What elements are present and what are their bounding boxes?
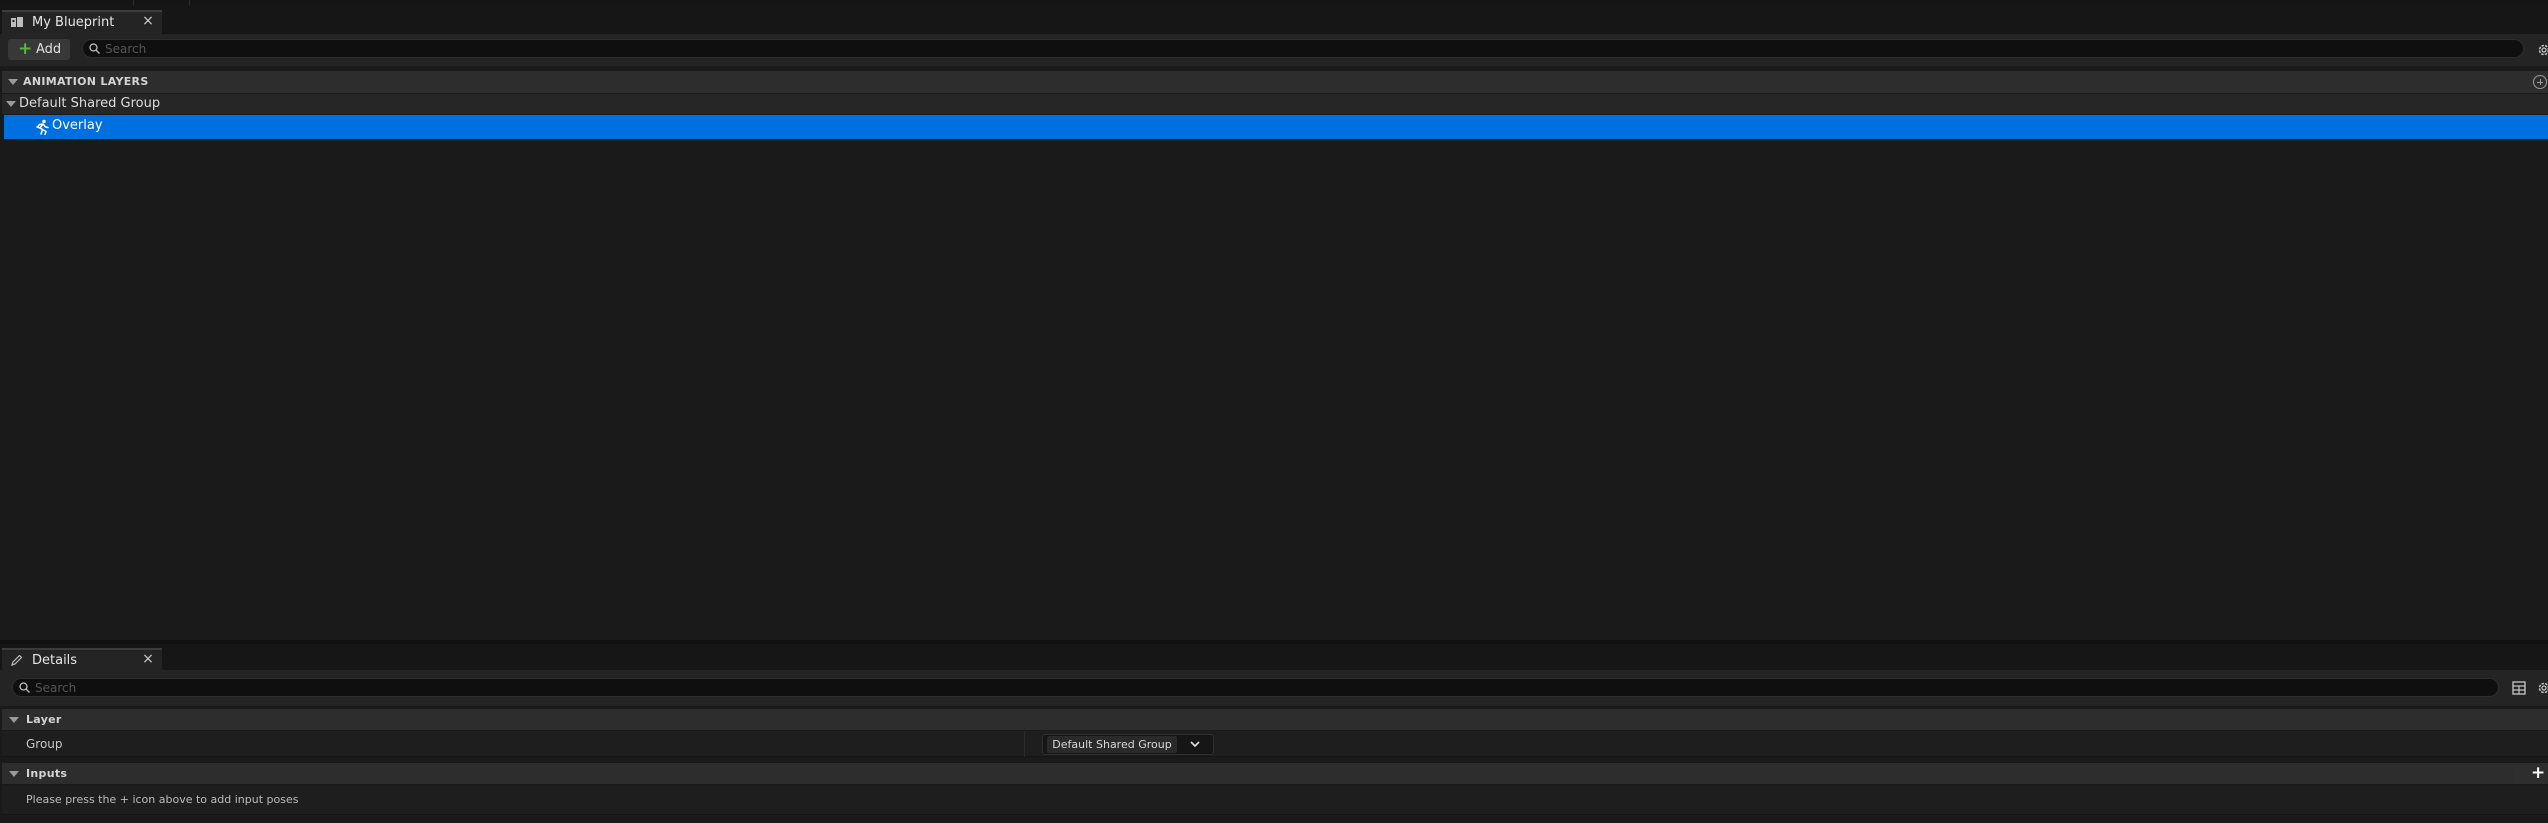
blueprint-toolbar: + Add (0, 34, 2548, 66)
inputs-category-header[interactable]: Inputs + (2, 763, 2548, 784)
my-blueprint-tab-label: My Blueprint (32, 15, 115, 30)
group-row[interactable]: Default Shared Group (2, 94, 2548, 114)
plus-icon: + (2531, 763, 2546, 783)
collapse-arrow-icon[interactable] (9, 771, 19, 777)
chevron-down-icon (1190, 741, 1200, 748)
column-splitter[interactable] (1024, 731, 1025, 757)
blueprint-search-input[interactable] (105, 40, 2505, 57)
blueprint-search[interactable] (82, 39, 2524, 58)
details-tab-bar: Details × (0, 644, 2548, 672)
gear-icon[interactable] (2536, 42, 2548, 58)
collapse-arrow-icon[interactable] (9, 717, 19, 723)
group-combo-box[interactable]: Default Shared Group (1042, 734, 1214, 755)
search-icon (19, 682, 30, 693)
group-property-row: Group Default Shared Group (2, 731, 2548, 757)
details-tab-label: Details (32, 653, 78, 668)
collapse-arrow-icon[interactable] (8, 79, 18, 85)
group-name: Default Shared Group (19, 96, 161, 111)
running-man-icon (36, 119, 49, 135)
close-icon[interactable]: × (140, 13, 156, 29)
pencil-icon (11, 655, 23, 666)
collapse-arrow-icon[interactable] (6, 101, 16, 107)
group-combo-value: Default Shared Group (1047, 736, 1177, 753)
layer-category-header[interactable]: Layer (2, 709, 2548, 730)
layer-item-overlay[interactable]: Overlay (4, 115, 2548, 139)
layer-list-empty-area (0, 140, 2548, 640)
details-search[interactable] (12, 678, 2499, 697)
details-search-input[interactable] (35, 679, 2485, 696)
inputs-category-title: Inputs (26, 767, 68, 780)
add-button[interactable]: + Add (8, 39, 70, 60)
close-icon[interactable]: × (140, 651, 156, 667)
details-tab[interactable]: Details × (2, 648, 162, 672)
plus-icon: + (18, 39, 33, 59)
blueprint-tab-icon (11, 17, 23, 27)
animation-layers-title: ANIMATION LAYERS (23, 75, 149, 88)
add-circle-icon[interactable] (2533, 75, 2547, 89)
grid-view-icon[interactable] (2512, 681, 2526, 695)
details-toolbar (0, 670, 2548, 706)
add-input-button[interactable]: + (2514, 763, 2546, 783)
layer-category-title: Layer (26, 713, 62, 726)
inputs-hint-text: Please press the + icon above to add inp… (26, 793, 299, 806)
layer-label: Overlay (52, 118, 103, 133)
animation-layers-header[interactable]: ANIMATION LAYERS (2, 71, 2548, 93)
gear-icon[interactable] (2536, 680, 2548, 696)
my-blueprint-tab[interactable]: My Blueprint × (2, 10, 162, 34)
group-property-name: Group (26, 737, 63, 751)
search-icon (89, 43, 100, 54)
blueprint-tab-bar: My Blueprint × (0, 6, 2548, 34)
inputs-hint-row: Please press the + icon above to add inp… (2, 786, 2548, 815)
add-button-label: Add (36, 42, 62, 57)
